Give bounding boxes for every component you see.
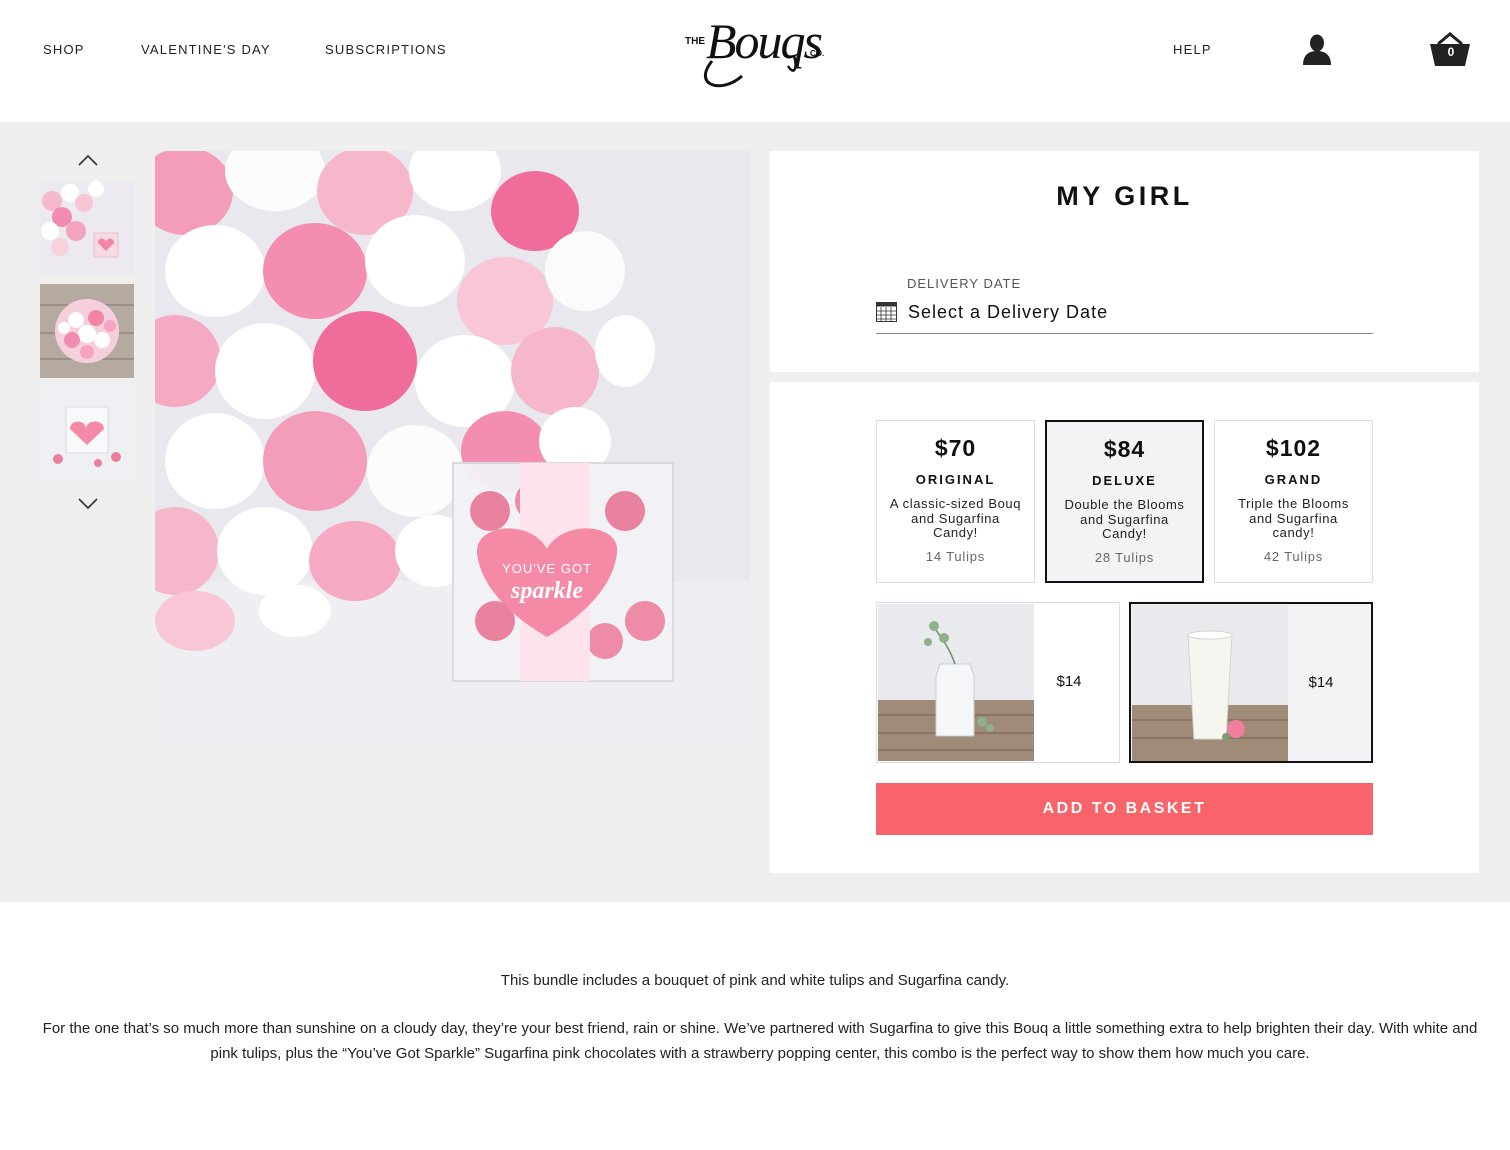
option-price: $84: [1103, 436, 1146, 462]
thumbnail-2[interactable]: [40, 284, 134, 378]
white-ceramic-vase: [1132, 605, 1288, 761]
nav-shop[interactable]: SHOP: [43, 42, 85, 57]
option-description: Double the Blooms and Sugarfina Candy!: [1064, 497, 1185, 541]
product-title: MY GIRL: [1056, 181, 1193, 211]
thumbnail-down-chevron-icon[interactable]: [76, 497, 100, 511]
vase-option-white-ceramic[interactable]: $14: [1129, 602, 1373, 763]
title-panel: MY GIRL DELIVERY DATE Select a Delivery …: [770, 151, 1479, 372]
option-name: ORIGINAL: [915, 472, 996, 487]
product-description: For the one that’s so much more than sun…: [42, 1020, 1478, 1062]
option-name: DELUXE: [1092, 473, 1157, 488]
size-option-original[interactable]: $70 ORIGINAL A classic-sized Bouq and Su…: [876, 420, 1035, 583]
sugarfina-candy-thumb: [40, 387, 134, 481]
site-header: SHOP VALENTINE'S DAY SUBSCRIPTIONS THE B…: [0, 0, 1510, 122]
add-to-basket-button[interactable]: ADD TO BASKET: [876, 783, 1373, 835]
options-panel: $70 ORIGINAL A classic-sized Bouq and Su…: [770, 382, 1479, 873]
nav-help[interactable]: HELP: [1173, 42, 1212, 57]
candy-label-bottom: sparkle: [510, 578, 583, 604]
candy-label-top: YOU'VE GOT: [502, 561, 592, 576]
logo-name-text: Bouqs: [706, 13, 822, 69]
bouqs-logo[interactable]: THE Bouqs CO.: [682, 6, 842, 92]
vase-price: $14: [1308, 674, 1334, 691]
option-price: $70: [934, 435, 977, 461]
thumbnail-1[interactable]: [40, 181, 134, 275]
option-name: GRAND: [1264, 472, 1323, 487]
tulip-bouquet-top-thumb: [40, 284, 134, 378]
delivery-date-placeholder: Select a Delivery Date: [908, 302, 1109, 322]
option-description: A classic-sized Bouq and Sugarfina Candy…: [889, 496, 1022, 540]
cart-count-badge: 0: [1447, 45, 1455, 59]
vase-price: $14: [1056, 673, 1082, 690]
pink-white-tulips-with-sugarfina: YOU'VE GOT sparkle: [155, 151, 750, 747]
thumbnail-3[interactable]: [40, 387, 134, 481]
size-option-grand[interactable]: $102 GRAND Triple the Blooms and Sugarfi…: [1214, 420, 1373, 583]
account-icon[interactable]: [1300, 32, 1334, 66]
delivery-date-field[interactable]: Select a Delivery Date: [876, 296, 1373, 334]
option-price: $102: [1265, 435, 1322, 461]
logo-the-text: THE: [685, 36, 705, 47]
product-summary: This bundle includes a bouquet of pink a…: [500, 972, 1010, 989]
calendar-icon: [876, 302, 897, 322]
glass-jar-vase: [878, 604, 1034, 761]
size-option-deluxe[interactable]: $84 DELUXE Double the Blooms and Sugarfi…: [1045, 420, 1204, 583]
delivery-date-label: DELIVERY DATE: [907, 276, 1022, 291]
option-stem-count: 28 Tulips: [1094, 550, 1155, 565]
option-description: Triple the Blooms and Sugarfina candy!: [1238, 496, 1349, 540]
vase-option-glass-jar[interactable]: $14: [876, 602, 1120, 763]
logo-co-text: CO.: [810, 49, 824, 58]
option-stem-count: 42 Tulips: [1263, 549, 1324, 564]
main-product-image: YOU'VE GOT sparkle: [155, 151, 750, 747]
thumbnail-up-chevron-icon[interactable]: [76, 153, 100, 167]
nav-valentines-day[interactable]: VALENTINE'S DAY: [141, 42, 271, 57]
nav-subscriptions[interactable]: SUBSCRIPTIONS: [325, 42, 447, 57]
option-stem-count: 14 Tulips: [925, 549, 986, 564]
tulips-and-candy-thumb: [40, 181, 134, 275]
